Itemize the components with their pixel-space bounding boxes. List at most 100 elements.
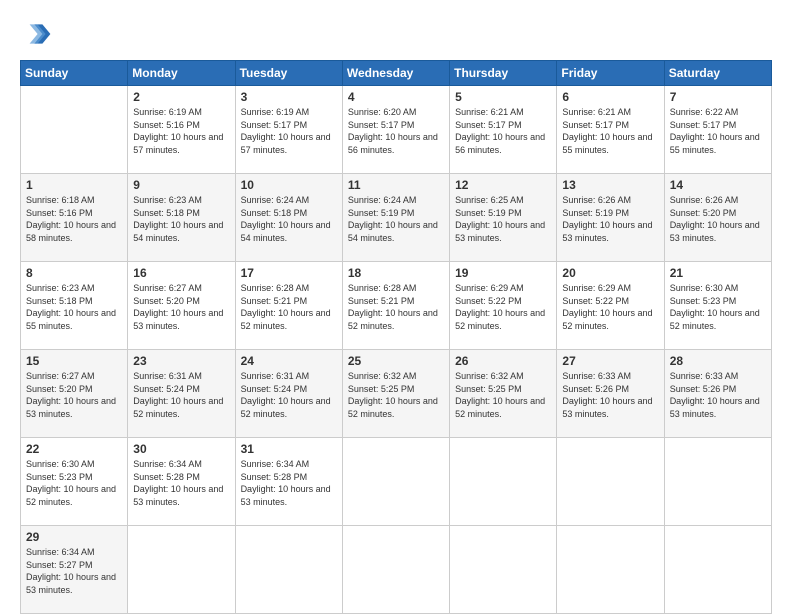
- day-number: 28: [670, 354, 766, 368]
- calendar-week-row: 8 Sunrise: 6:23 AMSunset: 5:18 PMDayligh…: [21, 262, 772, 350]
- day-number: 4: [348, 90, 444, 104]
- day-number: 12: [455, 178, 551, 192]
- day-info: Sunrise: 6:19 AMSunset: 5:17 PMDaylight:…: [241, 107, 331, 155]
- table-row: 28 Sunrise: 6:33 AMSunset: 5:26 PMDaylig…: [664, 350, 771, 438]
- day-info: Sunrise: 6:32 AMSunset: 5:25 PMDaylight:…: [348, 371, 438, 419]
- day-info: Sunrise: 6:27 AMSunset: 5:20 PMDaylight:…: [26, 371, 116, 419]
- day-info: Sunrise: 6:21 AMSunset: 5:17 PMDaylight:…: [562, 107, 652, 155]
- day-number: 31: [241, 442, 337, 456]
- day-info: Sunrise: 6:27 AMSunset: 5:20 PMDaylight:…: [133, 283, 223, 331]
- day-number: 14: [670, 178, 766, 192]
- table-row: 22 Sunrise: 6:30 AMSunset: 5:23 PMDaylig…: [21, 438, 128, 526]
- day-info: Sunrise: 6:29 AMSunset: 5:22 PMDaylight:…: [562, 283, 652, 331]
- col-saturday: Saturday: [664, 61, 771, 86]
- table-row: 18 Sunrise: 6:28 AMSunset: 5:21 PMDaylig…: [342, 262, 449, 350]
- page: Sunday Monday Tuesday Wednesday Thursday…: [0, 0, 792, 612]
- table-row: 1 Sunrise: 6:18 AMSunset: 5:16 PMDayligh…: [21, 174, 128, 262]
- calendar-week-row: 29 Sunrise: 6:34 AMSunset: 5:27 PMDaylig…: [21, 526, 772, 614]
- day-info: Sunrise: 6:29 AMSunset: 5:22 PMDaylight:…: [455, 283, 545, 331]
- calendar-week-row: 15 Sunrise: 6:27 AMSunset: 5:20 PMDaylig…: [21, 350, 772, 438]
- calendar-header-row: Sunday Monday Tuesday Wednesday Thursday…: [21, 61, 772, 86]
- table-row: [450, 526, 557, 614]
- col-thursday: Thursday: [450, 61, 557, 86]
- table-row: 31 Sunrise: 6:34 AMSunset: 5:28 PMDaylig…: [235, 438, 342, 526]
- day-info: Sunrise: 6:24 AMSunset: 5:18 PMDaylight:…: [241, 195, 331, 243]
- day-info: Sunrise: 6:34 AMSunset: 5:27 PMDaylight:…: [26, 547, 116, 595]
- table-row: 23 Sunrise: 6:31 AMSunset: 5:24 PMDaylig…: [128, 350, 235, 438]
- day-number: 15: [26, 354, 122, 368]
- day-number: 25: [348, 354, 444, 368]
- day-number: 3: [241, 90, 337, 104]
- day-info: Sunrise: 6:22 AMSunset: 5:17 PMDaylight:…: [670, 107, 760, 155]
- day-info: Sunrise: 6:30 AMSunset: 5:23 PMDaylight:…: [26, 459, 116, 507]
- col-tuesday: Tuesday: [235, 61, 342, 86]
- day-number: 13: [562, 178, 658, 192]
- day-number: 11: [348, 178, 444, 192]
- table-row: 8 Sunrise: 6:23 AMSunset: 5:18 PMDayligh…: [21, 262, 128, 350]
- table-row: [557, 438, 664, 526]
- table-row: [21, 86, 128, 174]
- table-row: 30 Sunrise: 6:34 AMSunset: 5:28 PMDaylig…: [128, 438, 235, 526]
- calendar-week-row: 2 Sunrise: 6:19 AMSunset: 5:16 PMDayligh…: [21, 86, 772, 174]
- day-number: 29: [26, 530, 122, 544]
- table-row: 29 Sunrise: 6:34 AMSunset: 5:27 PMDaylig…: [21, 526, 128, 614]
- table-row: [664, 526, 771, 614]
- table-row: 20 Sunrise: 6:29 AMSunset: 5:22 PMDaylig…: [557, 262, 664, 350]
- table-row: 15 Sunrise: 6:27 AMSunset: 5:20 PMDaylig…: [21, 350, 128, 438]
- day-number: 16: [133, 266, 229, 280]
- table-row: [557, 526, 664, 614]
- table-row: 3 Sunrise: 6:19 AMSunset: 5:17 PMDayligh…: [235, 86, 342, 174]
- day-number: 6: [562, 90, 658, 104]
- day-number: 1: [26, 178, 122, 192]
- day-info: Sunrise: 6:33 AMSunset: 5:26 PMDaylight:…: [670, 371, 760, 419]
- table-row: 19 Sunrise: 6:29 AMSunset: 5:22 PMDaylig…: [450, 262, 557, 350]
- table-row: [235, 526, 342, 614]
- day-info: Sunrise: 6:31 AMSunset: 5:24 PMDaylight:…: [133, 371, 223, 419]
- day-number: 21: [670, 266, 766, 280]
- table-row: 24 Sunrise: 6:31 AMSunset: 5:24 PMDaylig…: [235, 350, 342, 438]
- table-row: [450, 438, 557, 526]
- day-number: 20: [562, 266, 658, 280]
- day-info: Sunrise: 6:25 AMSunset: 5:19 PMDaylight:…: [455, 195, 545, 243]
- calendar-table: Sunday Monday Tuesday Wednesday Thursday…: [20, 60, 772, 614]
- day-number: 24: [241, 354, 337, 368]
- table-row: [342, 526, 449, 614]
- table-row: 4 Sunrise: 6:20 AMSunset: 5:17 PMDayligh…: [342, 86, 449, 174]
- table-row: 11 Sunrise: 6:24 AMSunset: 5:19 PMDaylig…: [342, 174, 449, 262]
- table-row: 16 Sunrise: 6:27 AMSunset: 5:20 PMDaylig…: [128, 262, 235, 350]
- day-number: 2: [133, 90, 229, 104]
- day-info: Sunrise: 6:34 AMSunset: 5:28 PMDaylight:…: [133, 459, 223, 507]
- day-number: 19: [455, 266, 551, 280]
- logo: [20, 18, 56, 50]
- day-info: Sunrise: 6:26 AMSunset: 5:20 PMDaylight:…: [670, 195, 760, 243]
- table-row: 14 Sunrise: 6:26 AMSunset: 5:20 PMDaylig…: [664, 174, 771, 262]
- day-info: Sunrise: 6:28 AMSunset: 5:21 PMDaylight:…: [241, 283, 331, 331]
- table-row: 10 Sunrise: 6:24 AMSunset: 5:18 PMDaylig…: [235, 174, 342, 262]
- calendar-week-row: 22 Sunrise: 6:30 AMSunset: 5:23 PMDaylig…: [21, 438, 772, 526]
- table-row: [128, 526, 235, 614]
- day-info: Sunrise: 6:19 AMSunset: 5:16 PMDaylight:…: [133, 107, 223, 155]
- day-number: 10: [241, 178, 337, 192]
- day-number: 23: [133, 354, 229, 368]
- col-friday: Friday: [557, 61, 664, 86]
- header: [20, 18, 772, 50]
- day-info: Sunrise: 6:24 AMSunset: 5:19 PMDaylight:…: [348, 195, 438, 243]
- day-info: Sunrise: 6:33 AMSunset: 5:26 PMDaylight:…: [562, 371, 652, 419]
- day-info: Sunrise: 6:31 AMSunset: 5:24 PMDaylight:…: [241, 371, 331, 419]
- table-row: 17 Sunrise: 6:28 AMSunset: 5:21 PMDaylig…: [235, 262, 342, 350]
- table-row: 25 Sunrise: 6:32 AMSunset: 5:25 PMDaylig…: [342, 350, 449, 438]
- table-row: 12 Sunrise: 6:25 AMSunset: 5:19 PMDaylig…: [450, 174, 557, 262]
- day-number: 17: [241, 266, 337, 280]
- table-row: 5 Sunrise: 6:21 AMSunset: 5:17 PMDayligh…: [450, 86, 557, 174]
- table-row: 9 Sunrise: 6:23 AMSunset: 5:18 PMDayligh…: [128, 174, 235, 262]
- logo-icon: [20, 18, 52, 50]
- table-row: 6 Sunrise: 6:21 AMSunset: 5:17 PMDayligh…: [557, 86, 664, 174]
- day-number: 27: [562, 354, 658, 368]
- day-info: Sunrise: 6:26 AMSunset: 5:19 PMDaylight:…: [562, 195, 652, 243]
- day-number: 22: [26, 442, 122, 456]
- table-row: [664, 438, 771, 526]
- table-row: 21 Sunrise: 6:30 AMSunset: 5:23 PMDaylig…: [664, 262, 771, 350]
- col-monday: Monday: [128, 61, 235, 86]
- day-info: Sunrise: 6:21 AMSunset: 5:17 PMDaylight:…: [455, 107, 545, 155]
- day-info: Sunrise: 6:32 AMSunset: 5:25 PMDaylight:…: [455, 371, 545, 419]
